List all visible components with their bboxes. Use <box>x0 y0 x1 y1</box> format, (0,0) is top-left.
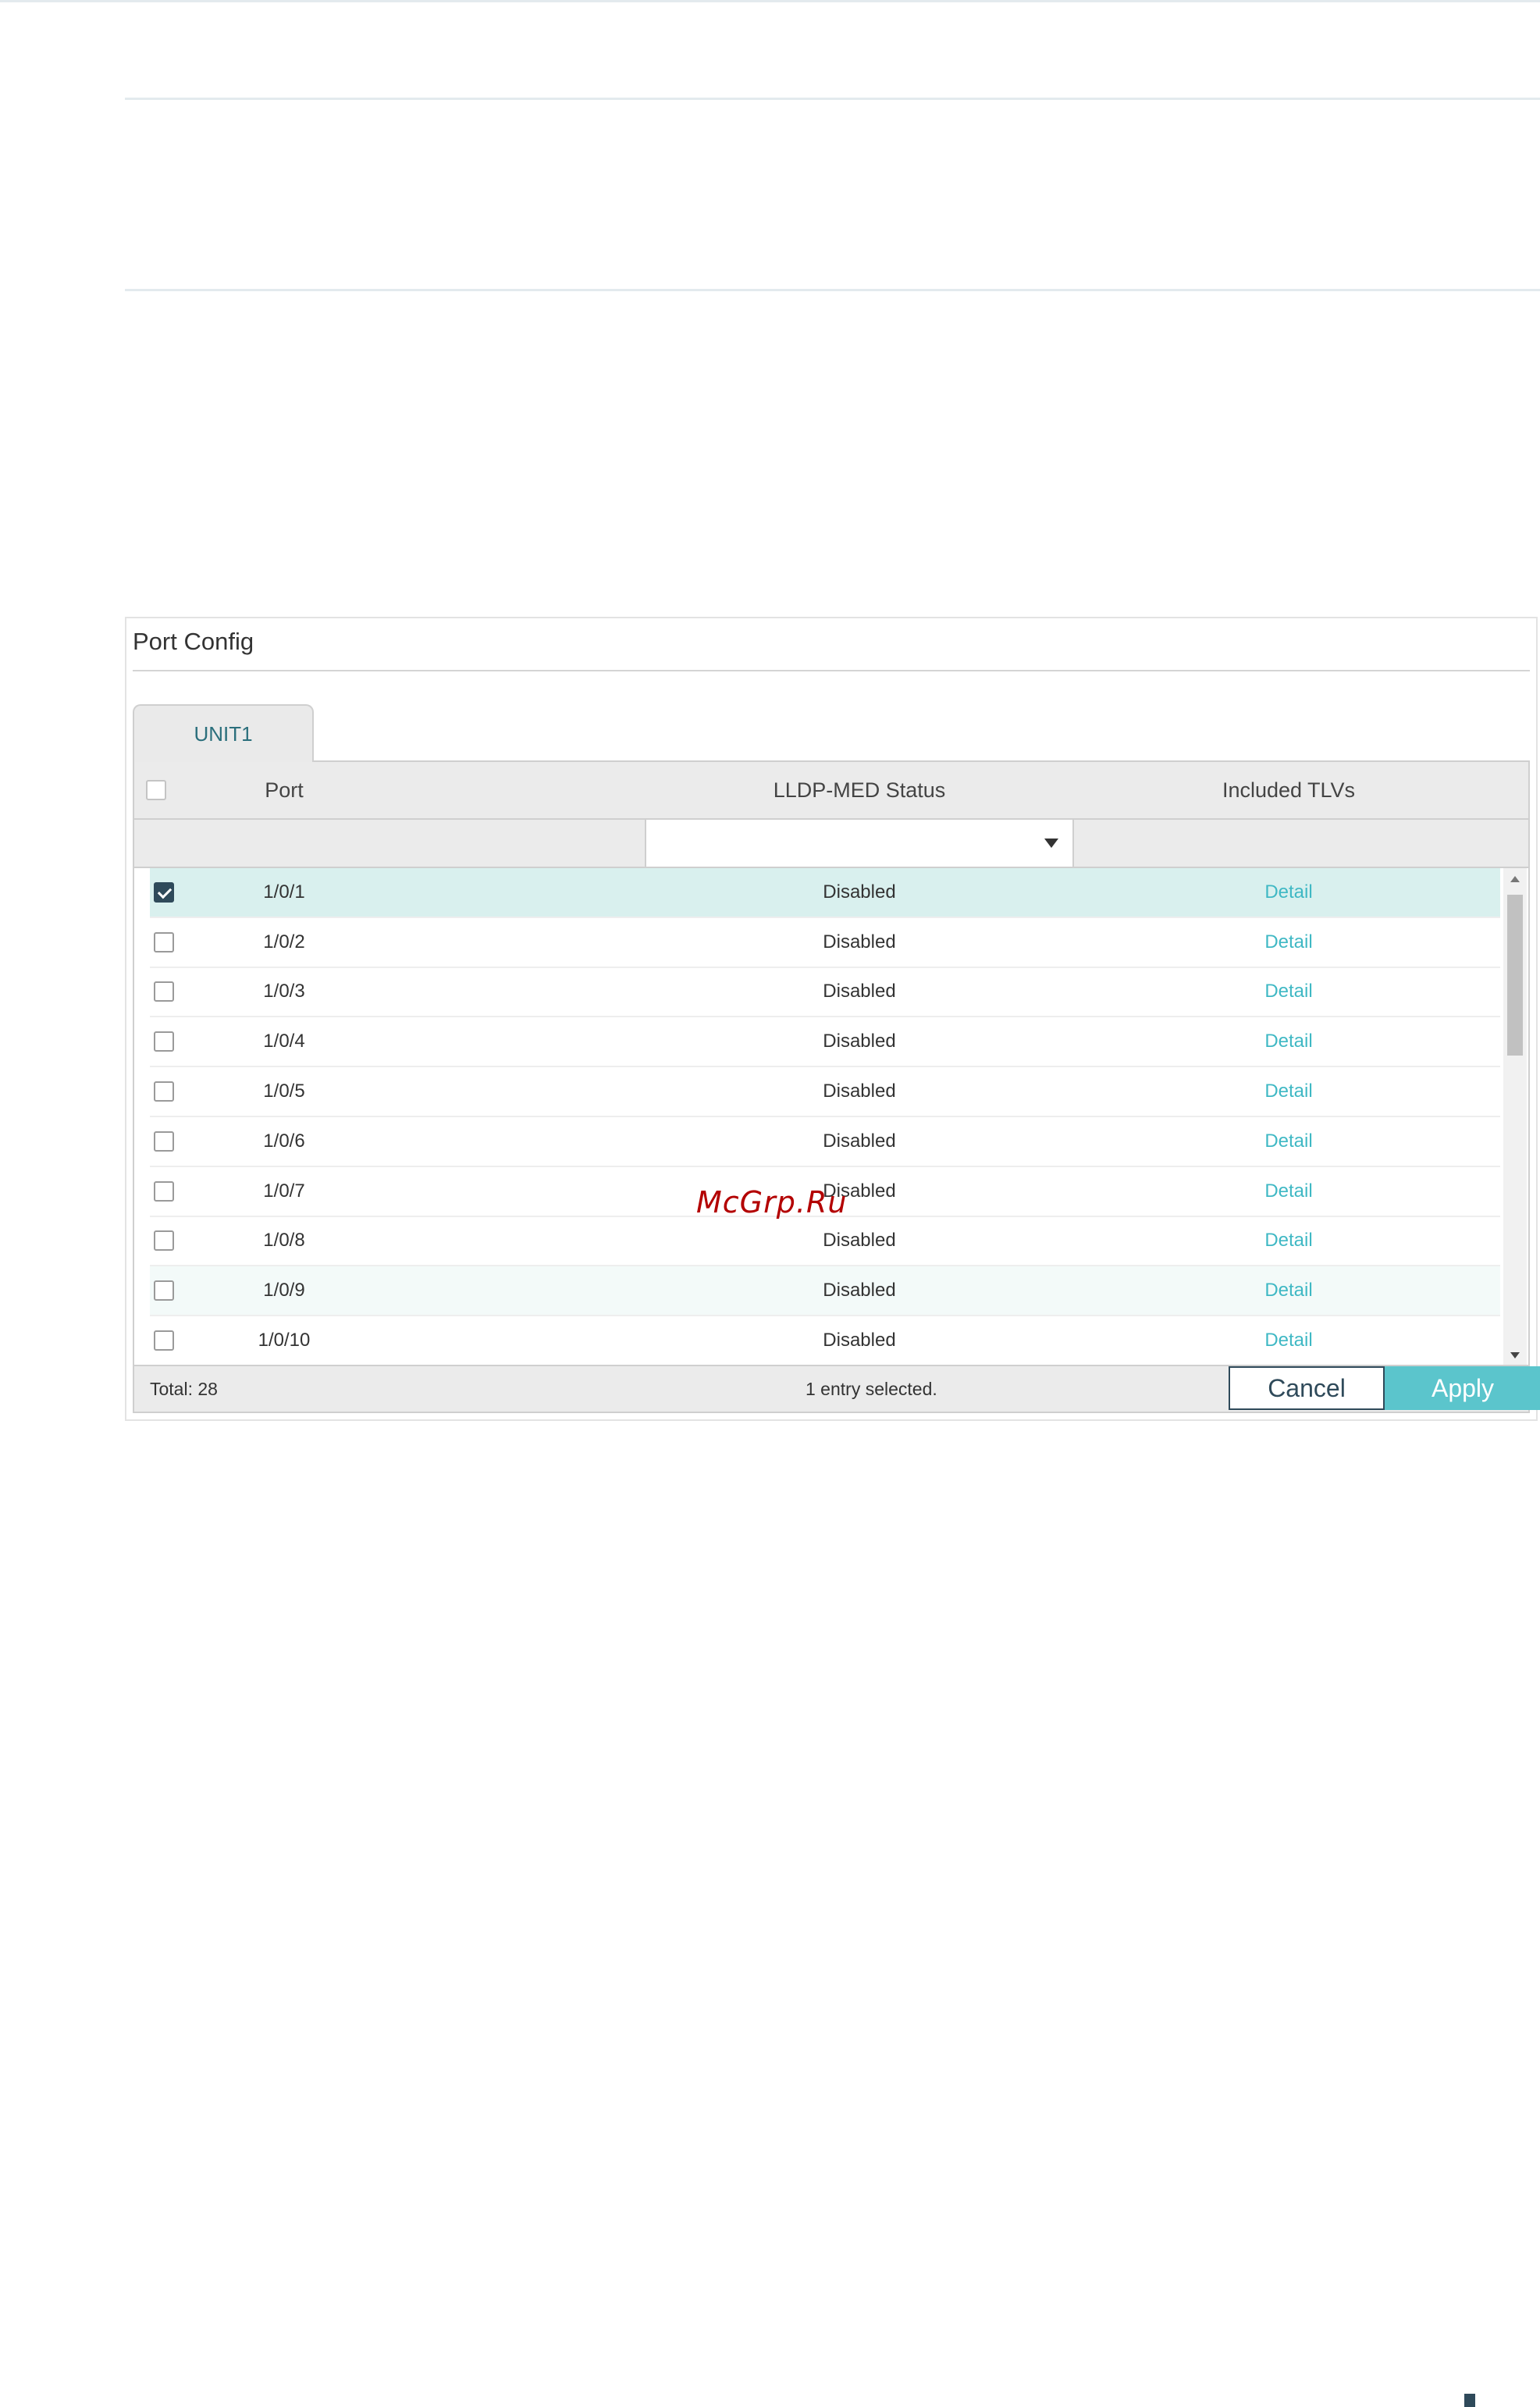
row-checkbox[interactable] <box>154 1031 174 1052</box>
detail-link[interactable]: Detail <box>1074 1167 1500 1216</box>
row-checkbox[interactable] <box>154 931 174 952</box>
status-cell: Disabled <box>823 1330 896 1351</box>
table-row[interactable]: 1/0/9 Disabled Detail <box>150 1266 1500 1317</box>
detail-link[interactable]: Detail <box>1074 1067 1500 1116</box>
row-checkbox[interactable] <box>154 1280 174 1301</box>
row-checkbox[interactable] <box>154 1230 174 1252</box>
port-cell: 1/0/3 <box>263 981 305 1002</box>
port-cell: 1/0/9 <box>263 1280 305 1301</box>
detail-link[interactable]: Detail <box>1074 1266 1500 1315</box>
row-checkbox-cell <box>150 918 178 967</box>
table-row[interactable]: 1/0/8 Disabled Detail <box>150 1217 1500 1267</box>
scrollbar-thumb[interactable] <box>1507 895 1523 1056</box>
cancel-button[interactable]: Cancel <box>1229 1366 1385 1410</box>
total-count: Total: 28 <box>150 1378 218 1399</box>
detail-link[interactable]: Detail <box>1074 1017 1500 1066</box>
table-row[interactable]: 1/0/3 Disabled Detail <box>150 968 1500 1018</box>
port-cell: 1/0/7 <box>263 1180 305 1202</box>
row-checkbox[interactable] <box>154 1180 174 1202</box>
corner-mark <box>1464 2394 1475 2407</box>
row-checkbox-cell <box>150 1217 178 1266</box>
detail-link[interactable]: Detail <box>1074 918 1500 967</box>
port-cell: 1/0/6 <box>263 1130 305 1152</box>
port-cell: 1/0/5 <box>263 1081 305 1102</box>
status-cell: Disabled <box>823 931 896 952</box>
table-row[interactable]: 1/0/2 Disabled Detail <box>150 918 1500 968</box>
row-checkbox[interactable] <box>154 1330 174 1351</box>
status-cell: Disabled <box>823 981 896 1002</box>
port-cell: 1/0/4 <box>263 1031 305 1052</box>
status-cell: Disabled <box>823 1031 896 1052</box>
table-body: 1/0/1 Disabled Detail 1/0/2 Disabled Detail 1/… <box>150 868 1500 1366</box>
row-checkbox[interactable] <box>154 881 174 903</box>
row-checkbox-cell <box>150 1167 178 1216</box>
column-header-status[interactable]: LLDP-MED Status <box>645 762 1074 818</box>
divider-rule-1 <box>125 98 1540 100</box>
row-checkbox-cell <box>150 968 178 1017</box>
detail-link[interactable]: Detail <box>1074 1117 1500 1166</box>
status-filter-select[interactable] <box>645 820 1074 867</box>
table-row[interactable]: 1/0/4 Disabled Detail <box>150 1017 1500 1068</box>
status-cell: Disabled <box>823 1130 896 1152</box>
watermark-text: McGrp.Ru <box>696 1185 848 1220</box>
detail-link[interactable]: Detail <box>1074 968 1500 1017</box>
detail-link[interactable]: Detail <box>1074 1316 1500 1365</box>
table-header: Port LLDP-MED Status Included TLVs <box>134 762 1528 820</box>
status-cell: Disabled <box>823 1280 896 1301</box>
filter-row <box>134 820 1528 868</box>
row-checkbox[interactable] <box>154 1081 174 1102</box>
table-scrollbar[interactable] <box>1503 868 1527 1366</box>
scroll-up-icon[interactable] <box>1510 876 1520 882</box>
detail-link[interactable]: Detail <box>1074 868 1500 917</box>
port-cell: 1/0/1 <box>263 881 305 903</box>
port-config-panel: Port Config UNIT1 Port LLDP-MED Status I… <box>125 617 1540 1421</box>
port-table: Port LLDP-MED Status Included TLVs 1/0/1… <box>133 760 1540 1413</box>
row-checkbox[interactable] <box>154 1131 174 1152</box>
chevron-down-icon <box>1044 839 1058 848</box>
table-row[interactable]: 1/0/6 Disabled Detail <box>150 1117 1500 1167</box>
port-cell: 1/0/10 <box>258 1330 311 1351</box>
column-header-tlvs[interactable]: Included TLVs <box>1074 762 1503 818</box>
panel-title: Port Config <box>133 628 254 655</box>
status-cell: Disabled <box>823 1230 896 1252</box>
row-checkbox-cell <box>150 1017 178 1066</box>
detail-link[interactable]: Detail <box>1074 1217 1500 1266</box>
port-cell: 1/0/8 <box>263 1230 305 1252</box>
select-all-checkbox[interactable] <box>146 780 166 800</box>
selection-status: 1 entry selected. <box>806 1378 937 1399</box>
row-checkbox-cell <box>150 1117 178 1166</box>
row-checkbox[interactable] <box>154 981 174 1002</box>
row-checkbox-cell <box>150 868 178 917</box>
divider-rule-2 <box>125 289 1540 291</box>
table-row[interactable]: 1/0/1 Disabled Detail <box>150 868 1500 918</box>
panel-title-divider <box>133 670 1530 671</box>
row-checkbox-cell <box>150 1266 178 1315</box>
tab-unit1[interactable]: UNIT1 <box>133 704 314 762</box>
scroll-down-icon[interactable] <box>1510 1352 1520 1358</box>
select-all-cell <box>134 762 178 818</box>
row-checkbox-cell <box>150 1067 178 1116</box>
row-checkbox-cell <box>150 1316 178 1365</box>
table-row[interactable]: 1/0/10 Disabled Detail <box>150 1316 1500 1366</box>
status-cell: Disabled <box>823 881 896 903</box>
table-footer: Total: 28 1 entry selected. Cancel Apply <box>134 1365 1540 1412</box>
top-rule <box>0 0 1540 2</box>
status-cell: Disabled <box>823 1081 896 1102</box>
table-row[interactable]: 1/0/5 Disabled Detail <box>150 1067 1500 1117</box>
apply-button[interactable]: Apply <box>1385 1366 1540 1410</box>
column-header-port[interactable]: Port <box>178 762 390 818</box>
port-cell: 1/0/2 <box>263 931 305 952</box>
